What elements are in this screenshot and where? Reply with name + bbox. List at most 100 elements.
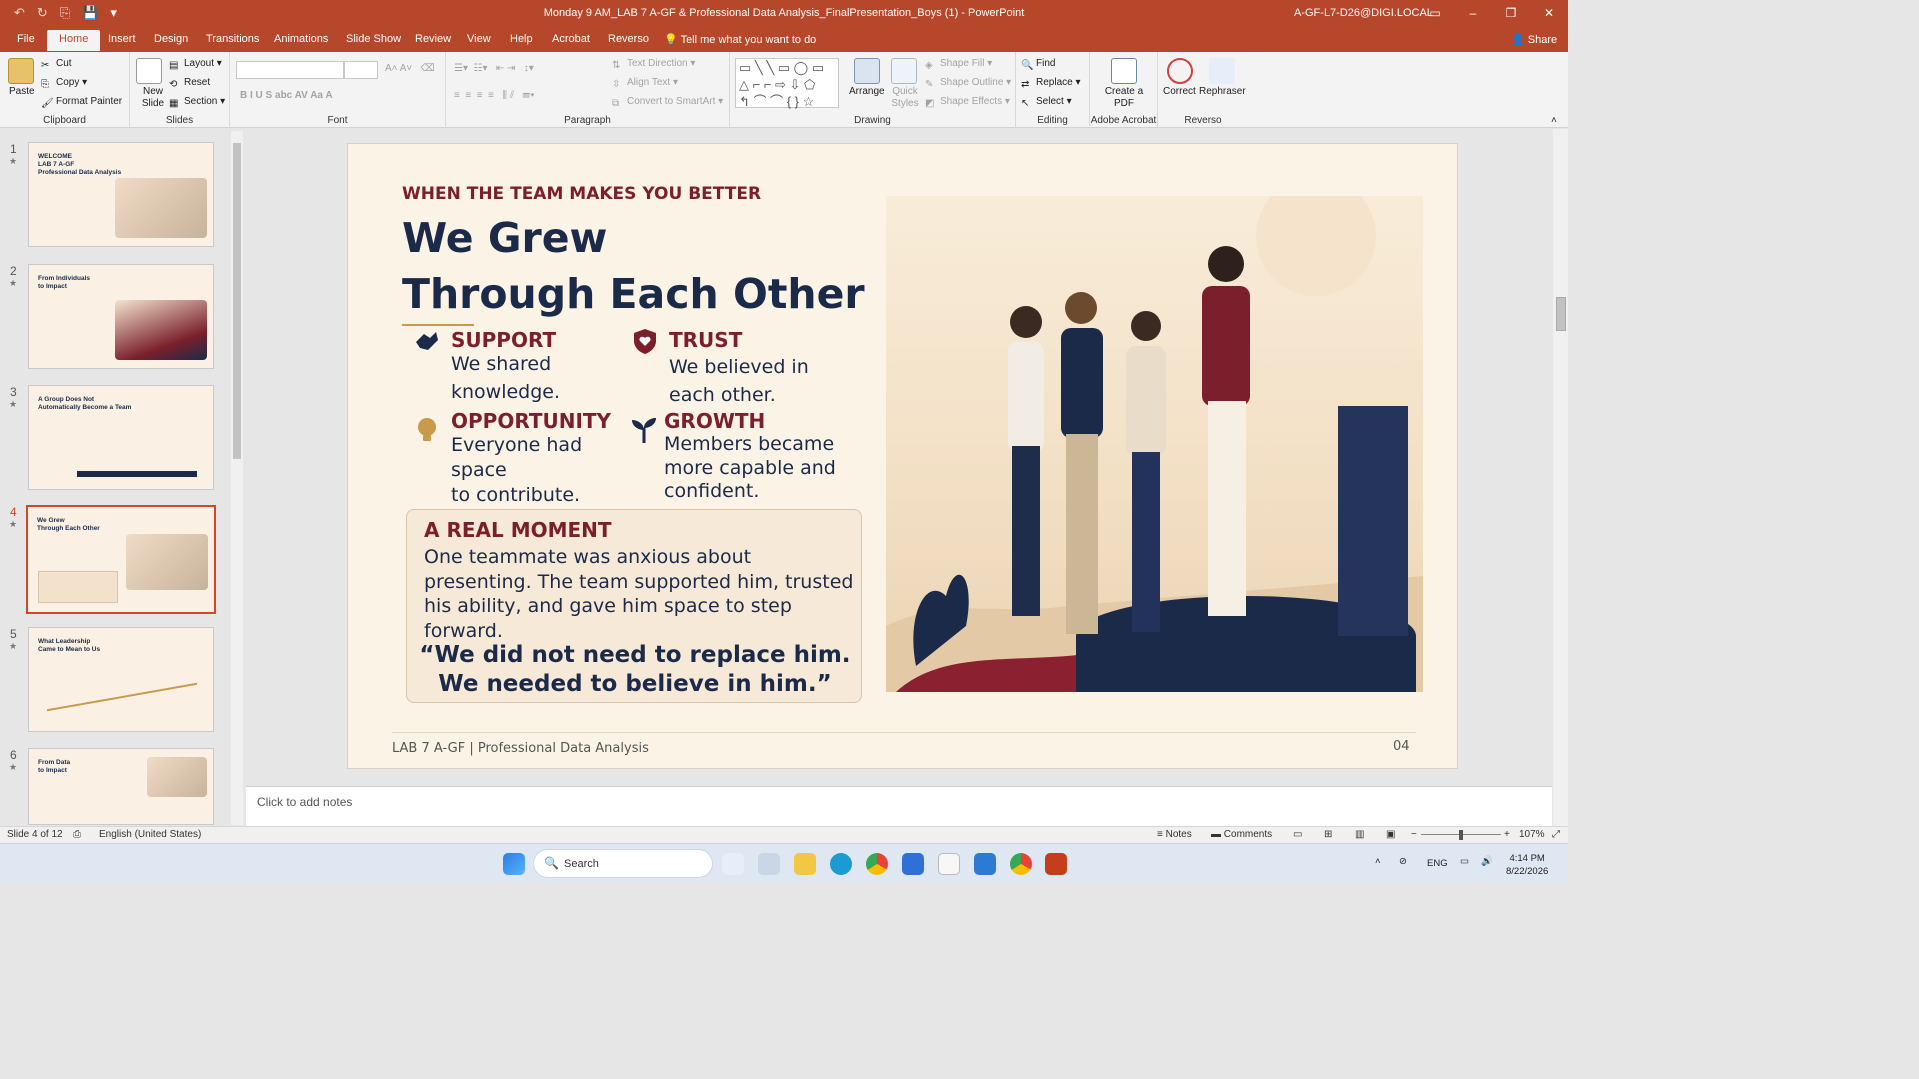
copy-button[interactable]: ⎘ Copy ▾ [41, 77, 87, 91]
collapse-ribbon-icon[interactable]: ˄ [1551, 115, 1557, 126]
ribbon-display-icon[interactable]: ▭ [1416, 0, 1454, 28]
new-slide-button[interactable]: New Slide [138, 86, 168, 110]
thumbnail-image[interactable]: WELCOME LAB 7 A-GF Professional Data Ana… [28, 142, 214, 247]
zoom-level[interactable]: 107% [1519, 829, 1545, 840]
layout-button[interactable]: ▤ Layout ▾ [169, 58, 222, 72]
replace-button[interactable]: ⇄ Replace ▾ [1021, 77, 1081, 91]
network-icon[interactable]: ⊘ [1399, 856, 1407, 867]
zoom-out-icon[interactable]: − [1411, 829, 1417, 840]
slide-4[interactable]: WHEN THE TEAM MAKES YOU BETTER We Grew T… [347, 143, 1458, 769]
input-language[interactable]: ENG [1427, 858, 1448, 869]
section-button[interactable]: ▦ Section ▾ [169, 96, 225, 110]
tab-insert[interactable]: Insert [108, 33, 136, 45]
paste-icon[interactable] [8, 58, 34, 84]
notes-pane[interactable]: Click to add notes [246, 786, 1552, 826]
scrollbar-thumb[interactable] [233, 143, 241, 459]
create-pdf-icon[interactable] [1111, 58, 1137, 84]
volume-icon[interactable]: 🔊 [1481, 856, 1493, 867]
normal-view-icon[interactable]: ▭ [1293, 829, 1302, 840]
powerpoint-icon[interactable] [1045, 853, 1067, 875]
tab-help[interactable]: Help [510, 33, 533, 45]
show-hidden-icons-icon[interactable]: ˄ [1375, 856, 1381, 867]
tab-transitions[interactable]: Transitions [206, 33, 259, 45]
minimize-button[interactable]: – [1454, 0, 1492, 28]
thumbnail-image[interactable]: A Group Does Not Automatically Become a … [28, 385, 214, 490]
close-button[interactable]: ✕ [1530, 0, 1568, 28]
restore-button[interactable]: ❐ [1492, 0, 1530, 28]
shape-outline-button[interactable]: ✎ Shape Outline ▾ [925, 77, 1011, 91]
shape-effects-button[interactable]: ◩ Shape Effects ▾ [925, 96, 1010, 110]
quick-styles-icon[interactable] [891, 58, 917, 84]
arrange-icon[interactable] [854, 58, 880, 84]
tab-home[interactable]: Home [47, 30, 101, 51]
tab-design[interactable]: Design [154, 33, 188, 45]
canvas-scrollbar[interactable] [1553, 129, 1568, 826]
font-format-buttons[interactable]: B I U S abc AV Aa A [240, 90, 333, 101]
tab-slide-show[interactable]: Slide Show [346, 33, 401, 45]
correct-button[interactable]: Correct [1163, 86, 1196, 97]
scrollbar-thumb[interactable] [1556, 297, 1566, 331]
real-moment-card[interactable]: A REAL MOMENT One teammate was anxious a… [406, 509, 862, 703]
feature-growth[interactable]: GROWTH Members became more capable and c… [664, 409, 836, 504]
thumbnail-image[interactable]: What Leadership Came to Mean to Us [28, 627, 214, 732]
comments-button[interactable]: ▬ Comments [1211, 829, 1272, 840]
slide-title[interactable]: We Grew Through Each Other [402, 210, 865, 322]
font-size-input[interactable] [344, 61, 378, 79]
display-icon[interactable]: ▭ [1460, 856, 1469, 867]
zoom-slider-thumb[interactable] [1459, 830, 1463, 840]
shapes-gallery[interactable]: ▭ ╲ ╲ ▭ ◯ ▭ △ ⌐ ⌐ ⇨ ⇩ ⬠ ↰ ⌒ ⌒ { } ☆ [735, 58, 839, 109]
feature-support[interactable]: SUPPORT We shared knowledge. [451, 328, 560, 405]
cut-button[interactable]: ✂ Cut [41, 58, 72, 72]
tab-view[interactable]: View [467, 33, 491, 45]
slide-page-number[interactable]: 04 [1393, 739, 1410, 754]
slideshow-view-icon[interactable]: ▣ [1386, 829, 1395, 840]
alignment-buttons-icon[interactable]: ≡ ≡ ≡ ≡ ⫼ ⫽ ☰▾ [454, 90, 535, 101]
reset-button[interactable]: ⟲ Reset [169, 77, 210, 91]
list-buttons-icon[interactable]: ☰▾ ☷▾ ⇤ ⇥ ↕▾ [454, 63, 534, 74]
chrome-icon[interactable] [866, 853, 888, 875]
task-view-icon[interactable] [758, 853, 780, 875]
quick-styles-button[interactable]: Quick Styles [890, 86, 920, 110]
format-painter-button[interactable]: 🖌 Format Painter [41, 96, 122, 110]
feature-opportunity[interactable]: OPPORTUNITY Everyone had space to contri… [451, 409, 611, 508]
align-text-button[interactable]: ⇳ Align Text ▾ [612, 77, 678, 91]
snipping-tool-icon[interactable] [938, 853, 960, 875]
slide-kicker[interactable]: WHEN THE TEAM MAKES YOU BETTER [402, 184, 761, 204]
store-icon[interactable] [902, 853, 924, 875]
select-button[interactable]: ↖ Select ▾ [1021, 96, 1072, 110]
notes-placeholder[interactable]: Click to add notes [257, 795, 352, 809]
clock[interactable]: 4:14 PM 8/22/2026 [1506, 852, 1548, 878]
correct-icon[interactable] [1167, 58, 1193, 84]
text-direction-button[interactable]: ⇅ Text Direction ▾ [612, 58, 695, 72]
zoom-in-icon[interactable]: + [1504, 829, 1510, 840]
thumbnail-image[interactable]: From Data to Impact [28, 748, 214, 825]
feature-trust[interactable]: TRUST We believed in each other. [669, 328, 809, 408]
thumbnail-scrollbar[interactable] [231, 131, 243, 825]
tab-acrobat[interactable]: Acrobat [552, 33, 590, 45]
thumbnail-image[interactable]: From Individuals to Impact [28, 264, 214, 369]
font-size-buttons-icon[interactable]: A˄ A˅ ⌫ [385, 63, 435, 74]
share-button[interactable]: 👤 Share [1511, 33, 1557, 46]
rephraser-icon[interactable] [1209, 58, 1235, 84]
font-name-input[interactable] [236, 61, 344, 79]
fit-slide-icon[interactable]: ⤢ [1552, 829, 1560, 840]
team-illustration[interactable] [886, 176, 1423, 692]
create-pdf-button[interactable]: Create a PDF [1100, 86, 1148, 110]
reading-view-icon[interactable]: ▥ [1355, 829, 1364, 840]
convert-smartart-button[interactable]: ⧉ Convert to SmartArt ▾ [612, 96, 723, 110]
slide-sorter-icon[interactable]: ⊞ [1324, 829, 1332, 840]
thumbnail-image-selected[interactable]: We Grew Through Each Other [26, 505, 216, 614]
vscode-icon[interactable] [974, 853, 996, 875]
edge-icon[interactable] [830, 853, 852, 875]
arrange-button[interactable]: Arrange [849, 86, 885, 97]
file-explorer-icon[interactable] [794, 853, 816, 875]
find-button[interactable]: 🔍 Find [1021, 58, 1055, 72]
chrome-profile-icon[interactable] [1010, 853, 1032, 875]
language-status[interactable]: English (United States) [99, 829, 201, 840]
account-name[interactable]: A-GF-L7-D26@DIGI.LOCAL [1294, 7, 1433, 19]
slide-footer[interactable]: LAB 7 A-GF | Professional Data Analysis [392, 741, 649, 756]
notes-button[interactable]: ≡ Notes [1157, 829, 1192, 840]
tab-file[interactable]: File [17, 33, 35, 45]
tab-animations[interactable]: Animations [274, 33, 328, 45]
taskbar-search[interactable]: 🔍 Search [533, 849, 713, 878]
